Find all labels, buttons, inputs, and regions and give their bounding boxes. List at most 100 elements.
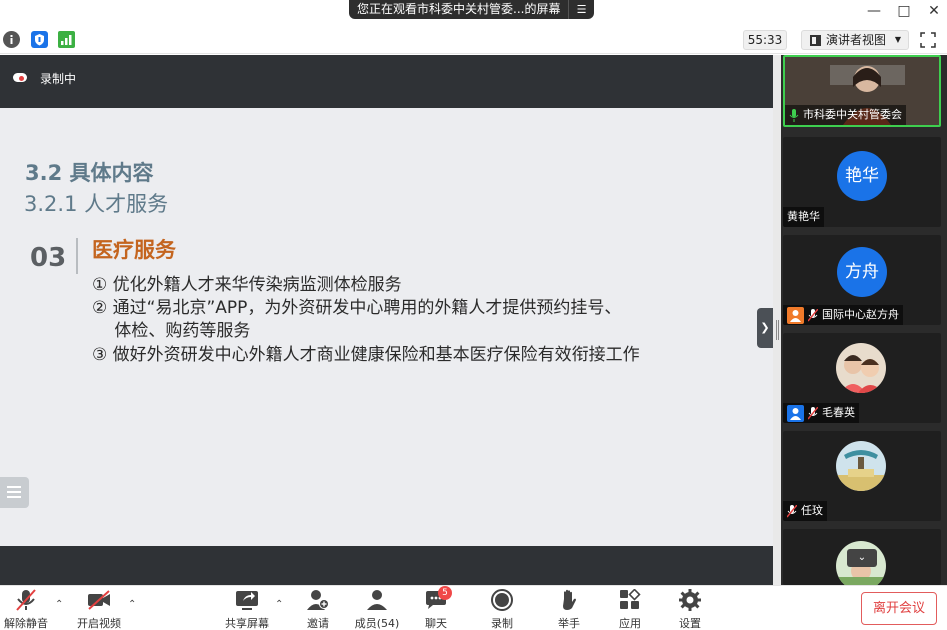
info-icon[interactable] (3, 31, 20, 48)
meeting-toolbar: 55:33 演讲者视图 ▼ (0, 26, 947, 54)
view-mode-dropdown[interactable]: 演讲者视图 ▼ (801, 30, 909, 50)
menu-icon[interactable]: ☰ (568, 0, 594, 19)
section-number: 03 (30, 243, 67, 273)
shield-icon[interactable] (31, 31, 48, 48)
unread-badge: 5 (438, 586, 452, 600)
chat-icon: 5 (424, 586, 452, 611)
participant-photo (836, 343, 886, 393)
slide-item: ① 优化外籍人才来华传染病监测体检服务 (92, 275, 402, 295)
participant-namebar: 黄艳华 (783, 207, 824, 227)
video-options-chevron-icon[interactable]: ⌃ (128, 599, 136, 610)
view-mode-label: 演讲者视图 (826, 33, 887, 47)
chat-button[interactable]: 5 聊天 (418, 586, 454, 630)
speaker-view-icon (810, 35, 821, 46)
apps-button[interactable]: 应用 (612, 586, 648, 630)
participant-name: 市科委中关村管委会 (803, 108, 902, 121)
slide-item: ② 通过“易北京”APP，为外资研发中心聘用的外籍人才提供预约挂号、 (92, 298, 622, 318)
microphone-muted-icon (807, 308, 819, 322)
recording-label: 录制中 (40, 72, 77, 86)
slide-list-icon[interactable] (0, 477, 29, 508)
slide-item: 体检、购药等服务 (92, 321, 251, 341)
chat-label: 聊天 (425, 617, 447, 630)
meeting-timer: 55:33 (743, 30, 787, 50)
recording-dot-icon (19, 76, 24, 81)
leave-meeting-button[interactable]: 离开会议 (861, 592, 937, 625)
participant-namebar: 毛春英 (783, 403, 859, 423)
participant-tile[interactable]: 毛春英 (783, 333, 941, 423)
meeting-controls: 解除静音 ⌃ 开启视频 ⌃ 共享屏幕 ⌃ 邀请 成员(54) 5 聊天 录制 举… (0, 585, 947, 630)
participant-namebar: 任玟 (783, 501, 827, 521)
participant-name: 黄艳华 (787, 210, 820, 223)
record-icon (490, 589, 514, 611)
drag-handle-icon[interactable] (776, 320, 779, 340)
collapse-panel-button[interactable]: ❯ (757, 308, 773, 348)
meeting-window: 您正在观看市科委中关村管委...的屏幕 ☰ — □ ✕ 55:33 演讲者视图 … (0, 0, 947, 630)
participant-namebar: 市科委中关村管委会 (785, 105, 906, 125)
invite-label: 邀请 (307, 617, 329, 630)
avatar: 方舟 (837, 247, 887, 297)
invite-button[interactable]: 邀请 (300, 586, 336, 630)
microphone-muted-icon (807, 406, 819, 420)
gear-icon (678, 589, 702, 611)
record-button[interactable]: 录制 (484, 586, 520, 630)
presentation-slide: 3.2 具体内容 3.2.1 人才服务 03 医疗服务 ① 优化外籍人才来华传染… (0, 108, 773, 546)
participant-name: 国际中心赵方舟 (822, 308, 899, 321)
unmute-button[interactable]: 解除静音 (2, 586, 50, 630)
slide-subtitle: 3.2.1 人才服务 (24, 192, 169, 216)
scroll-down-icon[interactable]: ⌄ (847, 549, 877, 567)
participant-tile[interactable]: ⌄ (783, 529, 941, 585)
raise-hand-label: 举手 (558, 617, 580, 630)
share-screen-button[interactable]: 共享屏幕 (222, 586, 272, 630)
participant-tile[interactable]: 任玟 (783, 431, 941, 521)
avatar: 艳华 (837, 151, 887, 201)
signal-strength-icon[interactable] (58, 31, 75, 48)
slide-item: ③ 做好外资研发中心外籍人才商业健康保险和基本医疗保险有效衔接工作 (92, 345, 640, 365)
shared-screen: 录制中 3.2 具体内容 3.2.1 人才服务 03 医疗服务 ① 优化外籍人才… (0, 55, 773, 585)
share-screen-icon (235, 589, 259, 611)
recording-bar: 录制中 (0, 55, 773, 107)
apps-grid-icon (618, 588, 642, 611)
members-label: 成员(54) (354, 617, 400, 630)
hand-icon (557, 589, 581, 611)
microphone-muted-icon (14, 589, 38, 611)
section-heading: 医疗服务 (92, 238, 176, 262)
start-video-label: 开启视频 (77, 617, 121, 630)
participant-tile[interactable]: 方舟 国际中心赵方舟 (783, 235, 941, 325)
screen-share-banner-text: 您正在观看市科委中关村管委...的屏幕 (357, 2, 561, 16)
panel-divider[interactable] (773, 55, 781, 585)
settings-label: 设置 (679, 617, 701, 630)
record-label: 录制 (491, 617, 513, 630)
participant-gallery[interactable]: 市科委中关村管委会 艳华 黄艳华 方舟 国际中心赵方舟 毛春英 任玟 ⌄ (781, 55, 947, 585)
raise-hand-button[interactable]: 举手 (551, 586, 587, 630)
settings-button[interactable]: 设置 (672, 586, 708, 630)
fullscreen-icon[interactable] (920, 32, 936, 48)
section-divider (76, 238, 78, 274)
share-options-chevron-icon[interactable]: ⌃ (275, 599, 283, 610)
unmute-label: 解除静音 (4, 617, 48, 630)
apps-label: 应用 (619, 617, 641, 630)
participant-name: 任玟 (801, 504, 823, 517)
chevron-down-icon: ▼ (894, 35, 901, 44)
add-user-icon (306, 589, 330, 611)
microphone-icon (789, 108, 799, 122)
share-screen-label: 共享屏幕 (225, 617, 269, 630)
title-bar: 您正在观看市科委中关村管委...的屏幕 ☰ — □ ✕ (0, 0, 947, 26)
microphone-muted-icon (786, 504, 798, 518)
person-icon (787, 306, 804, 324)
maximize-button[interactable]: □ (892, 2, 916, 20)
screen-share-banner[interactable]: 您正在观看市科委中关村管委...的屏幕 ☰ (349, 0, 594, 19)
close-button[interactable]: ✕ (922, 2, 946, 20)
audio-options-chevron-icon[interactable]: ⌃ (55, 599, 63, 610)
start-video-button[interactable]: 开启视频 (74, 586, 124, 630)
users-icon (365, 589, 389, 611)
share-bottom-strip (0, 546, 773, 585)
person-icon (787, 404, 804, 422)
participant-tile[interactable]: 市科委中关村管委会 (783, 55, 941, 127)
members-button[interactable]: 成员(54) (352, 586, 402, 630)
participant-name: 毛春英 (822, 406, 855, 419)
slide-title: 3.2 具体内容 (25, 161, 154, 185)
minimize-button[interactable]: — (862, 2, 886, 20)
participant-photo (836, 441, 886, 491)
camera-off-icon (87, 589, 111, 611)
participant-tile[interactable]: 艳华 黄艳华 (783, 137, 941, 227)
